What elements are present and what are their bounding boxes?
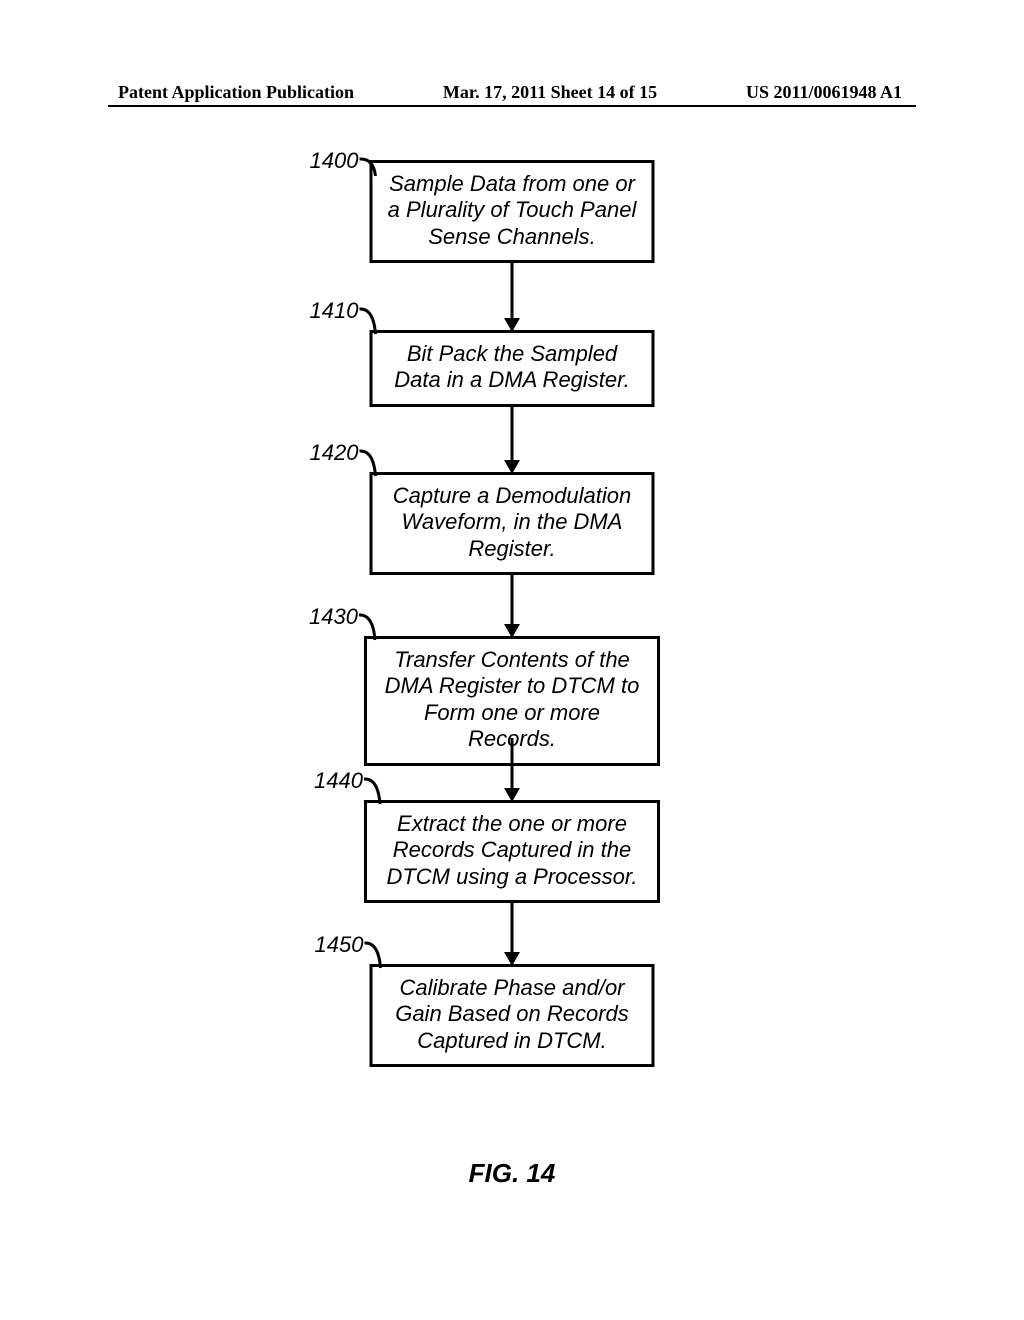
arrow-line [511, 574, 514, 626]
flow-step-1410: 1410 Bit Pack the Sampled Data in a DMA … [370, 330, 655, 407]
callout-hook-icon [365, 940, 387, 970]
arrow-line [511, 262, 514, 320]
flow-step-1450: 1450 Calibrate Phase and/or Gain Based o… [370, 964, 655, 1067]
callout-hook-icon [359, 612, 381, 642]
step-number-1410: 1410 [310, 298, 359, 324]
arrow-line [511, 902, 514, 954]
figure-label: FIG. 14 [0, 1158, 1024, 1189]
callout-hook-icon [364, 776, 386, 806]
header-date-sheet: Mar. 17, 2011 Sheet 14 of 15 [443, 82, 657, 103]
step-box-1450: Calibrate Phase and/or Gain Based on Rec… [370, 964, 655, 1067]
header-patent-number: US 2011/0061948 A1 [746, 82, 902, 103]
step-number-1430: 1430 [309, 604, 358, 630]
arrow-line [511, 738, 514, 790]
step-box-1420: Capture a Demodulation Waveform, in the … [370, 472, 655, 575]
step-number-1400: 1400 [310, 148, 359, 174]
step-box-1410: Bit Pack the Sampled Data in a DMA Regis… [370, 330, 655, 407]
step-number-1420: 1420 [310, 440, 359, 466]
step-box-1400: Sample Data from one or a Plurality of T… [370, 160, 655, 263]
callout-hook-icon [360, 156, 382, 178]
arrow-line [511, 404, 514, 462]
callout-hook-icon [360, 448, 382, 478]
header-publication-label: Patent Application Publication [118, 82, 354, 103]
flow-step-1400: 1400 Sample Data from one or a Plurality… [370, 160, 655, 263]
step-number-1450: 1450 [315, 932, 364, 958]
callout-hook-icon [360, 306, 382, 336]
header-divider [108, 105, 916, 107]
flow-step-1420: 1420 Capture a Demodulation Waveform, in… [370, 472, 655, 575]
step-number-1440: 1440 [314, 768, 363, 794]
flow-step-1440: 1440 Extract the one or more Records Cap… [364, 800, 660, 903]
step-box-1440: Extract the one or more Records Captured… [364, 800, 660, 903]
